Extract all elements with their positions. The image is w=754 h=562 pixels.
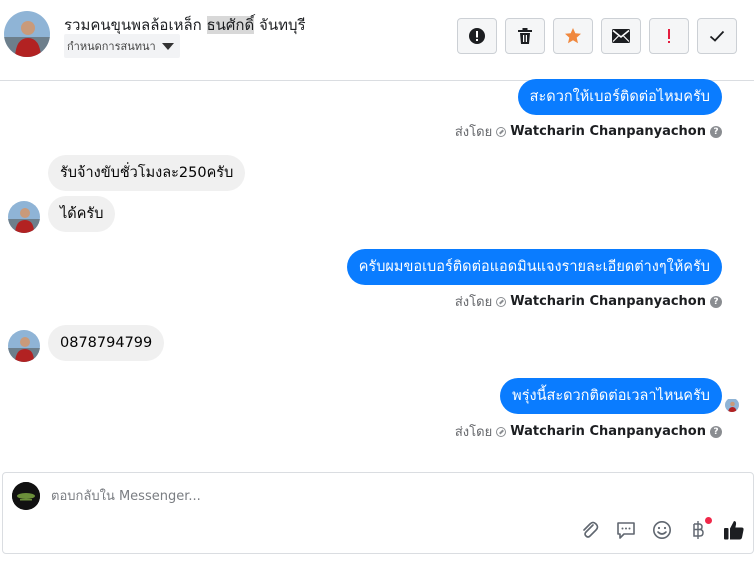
header-actions bbox=[457, 18, 737, 54]
incoming-message[interactable]: รับจ้างขับชั่วโมงละ250ครับ bbox=[48, 155, 246, 191]
seen-avatar bbox=[725, 398, 739, 412]
attach-button[interactable] bbox=[579, 519, 601, 541]
contact-avatar[interactable] bbox=[4, 11, 50, 57]
paperclip-icon bbox=[583, 521, 599, 538]
contact-avatar-small[interactable] bbox=[8, 201, 40, 233]
important-button[interactable] bbox=[649, 18, 689, 54]
incoming-message[interactable]: ได้ครับ bbox=[48, 196, 116, 232]
sender-name: Watcharin Chanpanyachon bbox=[510, 294, 706, 309]
outgoing-message[interactable]: ครับผมขอเบอร์ติดต่อแอดมินแจงรายละเอียดต่… bbox=[346, 249, 722, 285]
edit-icon bbox=[496, 126, 507, 137]
reply-composer bbox=[2, 472, 754, 554]
trash-icon bbox=[518, 28, 532, 44]
composer-tools bbox=[579, 517, 745, 541]
delete-button[interactable] bbox=[505, 18, 545, 54]
emoji-button[interactable] bbox=[651, 519, 673, 541]
sent-by-label: ส่งโดย bbox=[454, 425, 493, 440]
mark-done-button[interactable] bbox=[697, 18, 737, 54]
smiley-icon bbox=[653, 521, 671, 539]
notification-dot bbox=[705, 517, 712, 524]
conversation-header: รวมคนขุนพลล้อเหล็ก ธนศักดิ์ จันทบุรี กำห… bbox=[0, 0, 754, 81]
sent-by-meta: ส่งโดย Watcharin Chanpanyachon ? bbox=[455, 421, 722, 442]
help-icon[interactable]: ? bbox=[710, 425, 722, 438]
star-icon bbox=[565, 28, 581, 44]
sender-name: Watcharin Chanpanyachon bbox=[510, 124, 706, 139]
help-icon[interactable]: ? bbox=[710, 295, 722, 308]
reply-input[interactable] bbox=[51, 485, 711, 507]
assign-conversation-dropdown[interactable]: กำหนดการสนทนา bbox=[64, 34, 180, 58]
incoming-message[interactable]: 0878794799 bbox=[48, 325, 165, 361]
assign-label: กำหนดการสนทนา bbox=[67, 40, 156, 53]
exclamation-icon bbox=[469, 28, 485, 44]
important-icon bbox=[668, 29, 670, 43]
outgoing-message[interactable]: สะดวกให้เบอร์ติดต่อไหมครับ bbox=[517, 79, 722, 115]
contact-avatar-small[interactable] bbox=[8, 330, 40, 362]
mail-icon bbox=[612, 29, 630, 43]
help-icon[interactable]: ? bbox=[710, 125, 722, 138]
chat-bubble-icon bbox=[617, 522, 635, 539]
baht-icon bbox=[693, 521, 704, 539]
spam-button[interactable] bbox=[457, 18, 497, 54]
thumbs-up-icon bbox=[724, 521, 744, 540]
check-icon bbox=[709, 30, 725, 42]
message-thread[interactable]: สะดวกให้เบอร์ติดต่อไหมครับ ส่งโดย Watcha… bbox=[0, 79, 754, 466]
sent-by-meta: ส่งโดย Watcharin Chanpanyachon ? bbox=[455, 121, 722, 142]
page-avatar bbox=[12, 482, 40, 510]
sent-by-meta: ส่งโดย Watcharin Chanpanyachon ? bbox=[455, 291, 722, 312]
caret-down-icon bbox=[161, 42, 174, 50]
title-text: รวมคนขุนพลล้อเหล็ก bbox=[64, 16, 207, 34]
edit-icon bbox=[496, 296, 507, 307]
payment-button[interactable] bbox=[687, 517, 712, 541]
follow-up-button[interactable] bbox=[553, 18, 593, 54]
edit-icon bbox=[496, 426, 507, 437]
like-button[interactable] bbox=[723, 519, 745, 541]
saved-replies-button[interactable] bbox=[615, 519, 637, 541]
sent-by-label: ส่งโดย bbox=[454, 125, 493, 140]
sent-by-label: ส่งโดย bbox=[454, 295, 493, 310]
outgoing-message[interactable]: พรุ่งนี้สะดวกติดต่อเวลาไหนครับ bbox=[500, 378, 722, 414]
mark-unread-button[interactable] bbox=[601, 18, 641, 54]
title-text-end: จันทบุรี bbox=[254, 16, 306, 34]
sender-name: Watcharin Chanpanyachon bbox=[510, 424, 706, 439]
title-highlight: ธนศักดิ์ bbox=[206, 16, 255, 34]
